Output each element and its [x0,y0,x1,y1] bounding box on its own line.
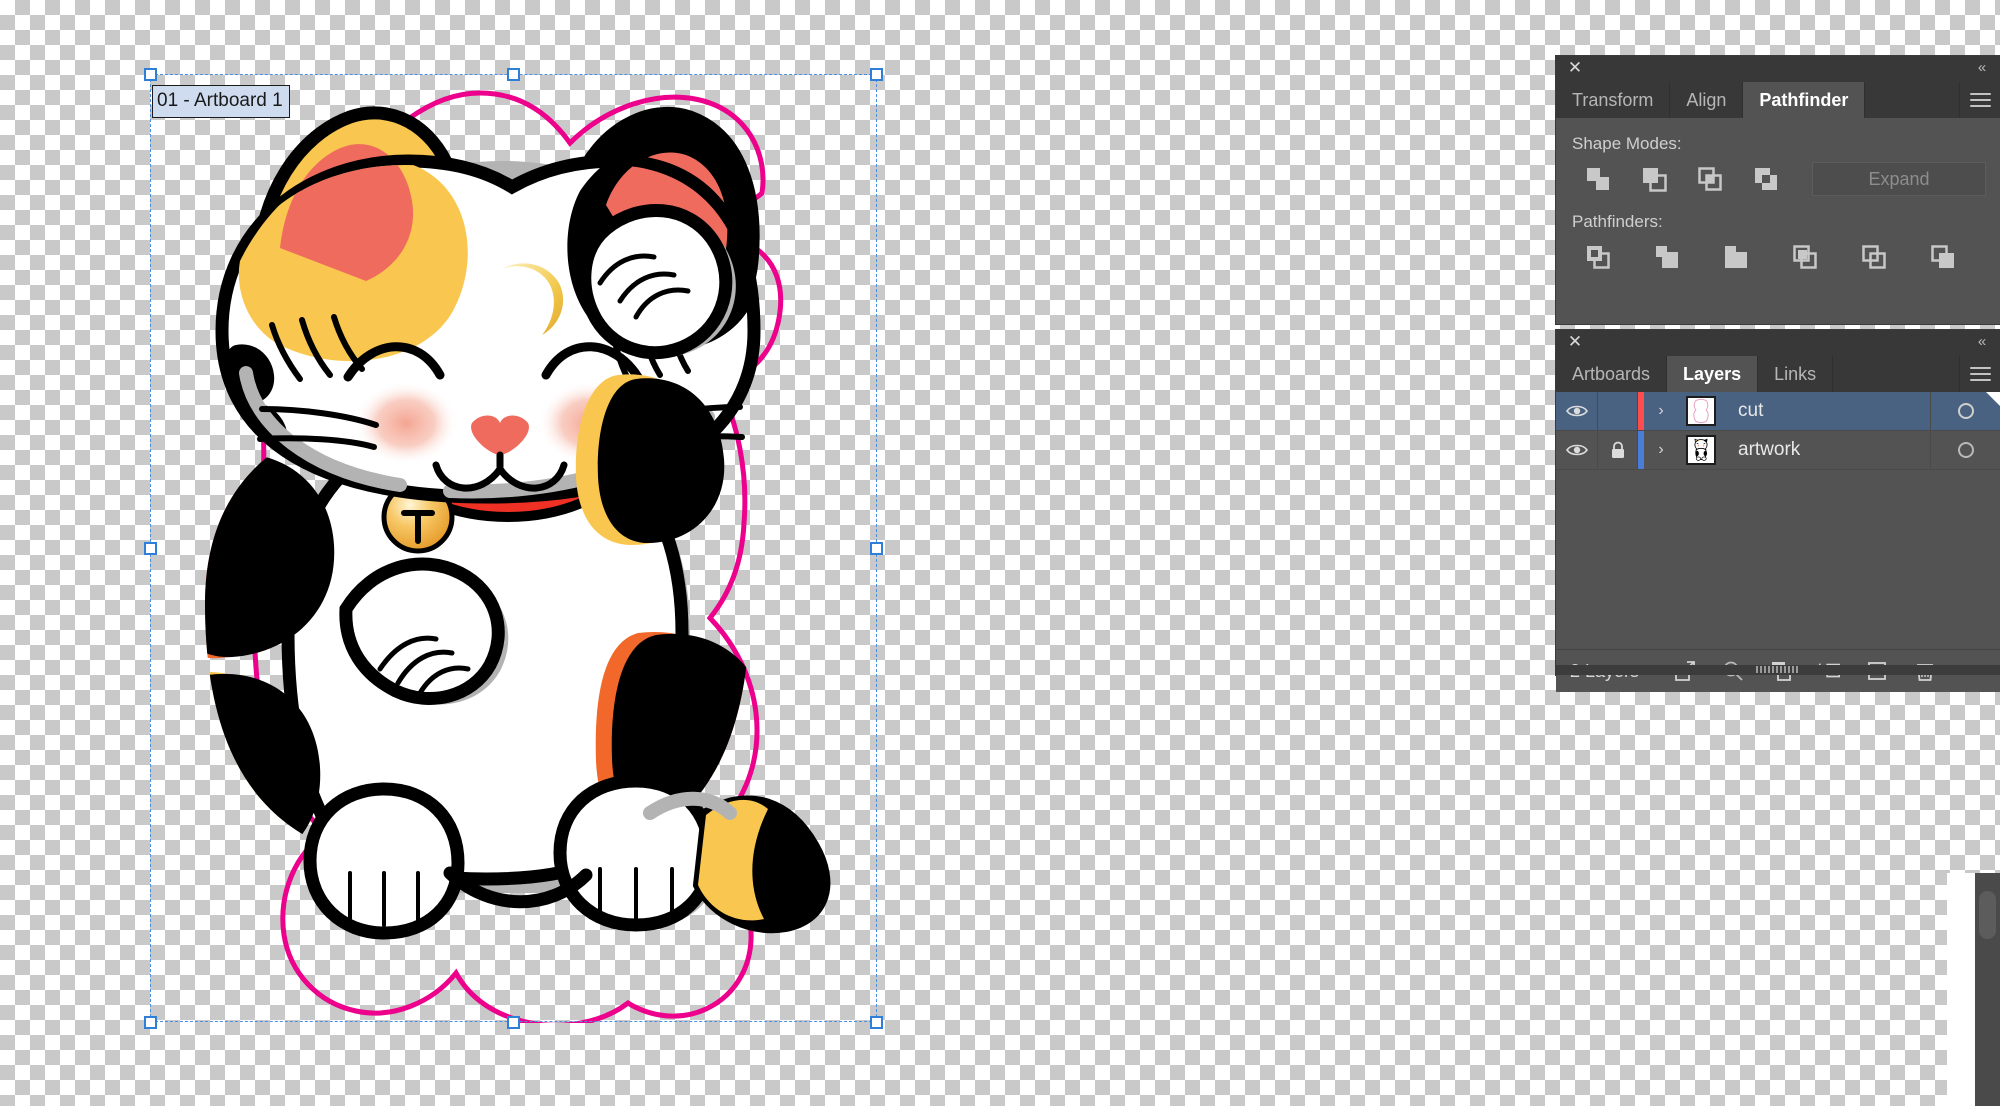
target-ring-icon [1957,442,1974,458]
layers-list: › cut › artwork [1556,392,2000,650]
tabbar-filler [1865,82,1960,118]
panel-resize-grip[interactable] [1756,666,1800,673]
outline-icon[interactable] [1846,240,1902,274]
tab-links[interactable]: Links [1758,356,1834,392]
tab-pathfinder[interactable]: Pathfinder [1743,82,1866,118]
tab-align[interactable]: Align [1670,82,1744,118]
double-chevron-left-icon[interactable]: « [1972,332,1992,352]
pathfinder-body: Shape Modes: Expand Pathfinders: [1556,118,2000,274]
visibility-toggle-artwork[interactable] [1556,431,1598,469]
layer-name-artwork[interactable]: artwork [1724,439,1930,461]
lock-icon [1611,441,1624,458]
artboard-name-label[interactable]: 01 - Artboard 1 [152,85,290,118]
pathfinder-panel-titlebar: ✕ « [1556,56,2000,82]
vertical-scrollbar[interactable] [1975,873,2000,1106]
layers-panel-titlebar: ✕ « [1556,330,2000,356]
selection-handle-mr[interactable] [870,542,883,555]
intersect-icon[interactable] [1682,162,1738,196]
selection-handle-bc[interactable] [507,1016,520,1029]
expand-button[interactable]: Expand [1812,162,1986,196]
layer-thumbnail-cut [1678,392,1724,430]
pathfinder-panel: ✕ « Transform Align Pathfinder Shape Mod… [1556,56,2000,324]
selection-handle-br[interactable] [870,1016,883,1029]
raised-paw [578,204,733,360]
minus-front-icon[interactable] [1626,162,1682,196]
illustrator-window: 01 - Artboard 1 ✕ « Transform Align Path… [0,0,2000,1106]
chevron-right-icon[interactable]: › [1644,431,1678,469]
selection-handle-tc[interactable] [507,68,520,81]
minus-back-icon[interactable] [1915,240,1971,274]
eye-icon [1565,405,1588,417]
lock-toggle-artwork[interactable] [1598,431,1638,469]
layer-row-cut[interactable]: › cut [1556,392,2000,431]
selection-handle-tr[interactable] [870,68,883,81]
hamburger-menu-icon[interactable] [1960,82,2000,118]
layer-row-artwork[interactable]: › artwork [1556,431,2000,470]
selection-handle-bl[interactable] [144,1016,157,1029]
arm-left [339,557,505,705]
layers-panel: ✕ « Artboards Layers Links › cut › artwo… [1556,330,2000,692]
selection-handle-ml[interactable] [144,542,157,555]
close-icon[interactable]: ✕ [1566,333,1584,351]
tab-layers[interactable]: Layers [1667,356,1759,392]
pathfinder-tabbar: Transform Align Pathfinder [1556,82,2000,118]
scrollbar-thumb[interactable] [1979,891,1996,939]
visibility-toggle-cut[interactable] [1556,392,1598,430]
crop-icon[interactable] [1777,240,1833,274]
lock-toggle-cut[interactable] [1598,392,1638,430]
trim-icon[interactable] [1639,240,1695,274]
double-chevron-left-icon[interactable]: « [1972,58,1992,78]
selection-corner-indicator [1986,392,2000,406]
shape-modes-label: Shape Modes: [1572,134,1682,153]
tab-transform[interactable]: Transform [1556,82,1671,118]
close-icon[interactable]: ✕ [1566,59,1584,77]
target-ring-icon [1957,403,1974,419]
unite-icon[interactable] [1570,162,1626,196]
merge-icon[interactable] [1708,240,1764,274]
chevron-right-icon[interactable]: › [1644,392,1678,430]
layer-thumbnail-artwork [1678,431,1724,469]
selection-handle-tl[interactable] [144,68,157,81]
eye-icon [1565,444,1588,456]
tab-artboards[interactable]: Artboards [1556,356,1668,392]
layer-name-cut[interactable]: cut [1724,400,1930,422]
tabbar-filler [1833,356,1960,392]
pathfinders-row [1570,240,1986,274]
layer-target-artwork[interactable] [1930,431,2000,469]
hamburger-menu-icon[interactable] [1960,356,2000,392]
layers-tabbar: Artboards Layers Links [1556,356,2000,392]
shape-modes-row: Expand [1570,162,1986,196]
maneki-neko-artwork[interactable] [150,73,880,1023]
exclude-icon[interactable] [1738,162,1794,196]
pathfinders-label: Pathfinders: [1572,212,1663,231]
divide-icon[interactable] [1570,240,1626,274]
